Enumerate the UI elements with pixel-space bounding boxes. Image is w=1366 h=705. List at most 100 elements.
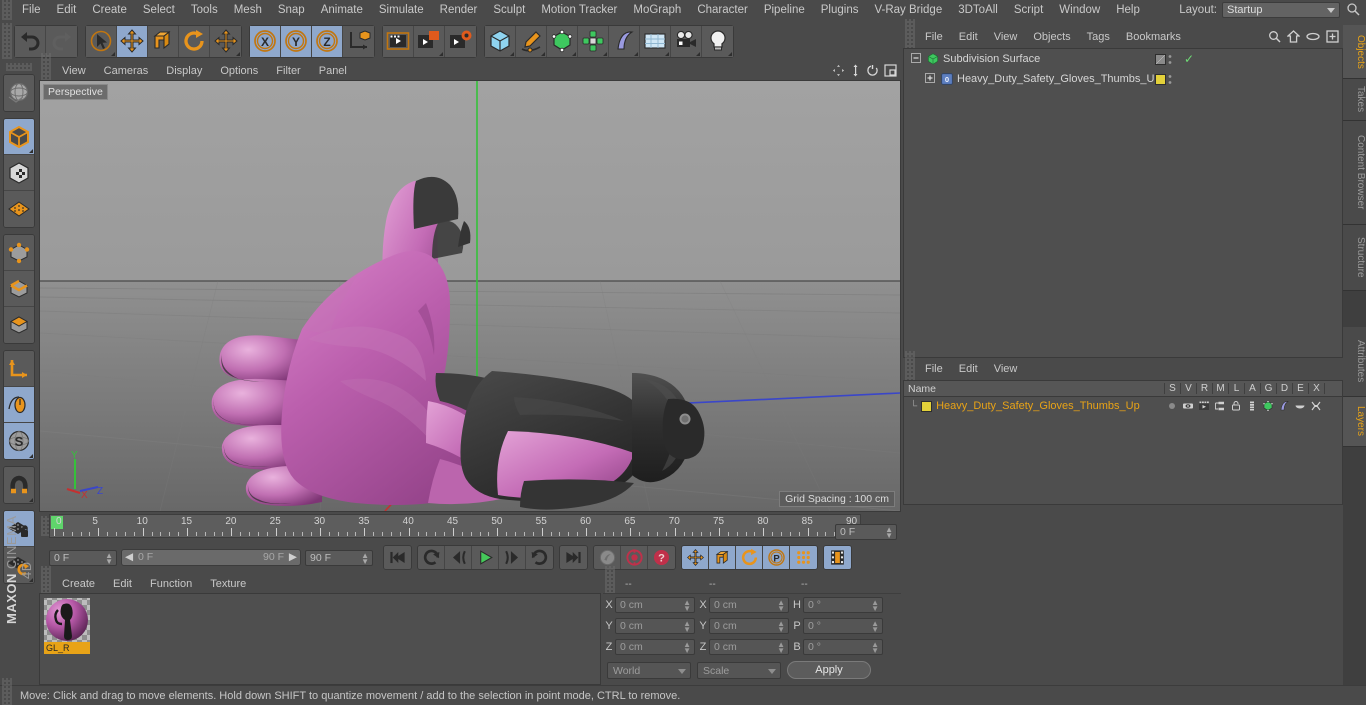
enabled-check-icon[interactable]: ✓: [1184, 52, 1194, 66]
polygon-mode-icon[interactable]: [4, 307, 34, 343]
viewport-menu-cameras[interactable]: Cameras: [95, 65, 158, 77]
rotation-key-icon[interactable]: [736, 546, 763, 569]
play-icon[interactable]: [472, 546, 499, 569]
flyout-corner-icon[interactable]: [603, 51, 607, 56]
timeline-ruler[interactable]: 0 5 10 15 20 25 30 35 40 45 50 55 60 65 70 75 80 85 90: [49, 514, 861, 538]
timeline-strip-icon[interactable]: [824, 546, 851, 569]
layer-column-A[interactable]: A: [1244, 383, 1260, 394]
generator-icon[interactable]: [547, 25, 578, 57]
spinner-icon[interactable]: ▲ ▼: [777, 620, 785, 634]
status-grip-handle[interactable]: [2, 677, 12, 705]
lock-icon[interactable]: [1228, 400, 1244, 412]
layer-column-S[interactable]: S: [1164, 383, 1180, 394]
material-menu-create[interactable]: Create: [53, 578, 104, 590]
toolbar-grip-handle[interactable]: [2, 23, 12, 59]
menu-item-select[interactable]: Select: [135, 0, 183, 20]
goto-end-icon[interactable]: [560, 546, 587, 569]
object-tree[interactable]: Subdivision Surface ✓ 0 Heavy_Duty_Safety_G…: [903, 48, 1343, 358]
ellipse-icon[interactable]: [1306, 30, 1320, 46]
menu-item-render[interactable]: Render: [432, 0, 486, 20]
solo-dot-icon[interactable]: [1164, 400, 1180, 412]
menu-item-pipeline[interactable]: Pipeline: [756, 0, 813, 20]
flyout-corner-icon[interactable]: [510, 51, 514, 56]
object-tree-row[interactable]: 0 Heavy_Duty_Safety_Gloves_Thumbs_Up: [904, 69, 1342, 89]
flyout-corner-icon[interactable]: [696, 51, 700, 56]
visibility-dots-icon[interactable]: [1168, 74, 1172, 89]
menu-item-help[interactable]: Help: [1108, 0, 1148, 20]
edge-tab-content-browser[interactable]: Content Browser: [1343, 121, 1366, 225]
scene-floor-icon[interactable]: [640, 25, 671, 57]
object-menu-file[interactable]: File: [917, 31, 951, 43]
menu-item-motion-tracker[interactable]: Motion Tracker: [533, 0, 625, 20]
home-icon[interactable]: [1286, 30, 1301, 46]
move-icon[interactable]: [117, 25, 148, 57]
menu-item-animate[interactable]: Animate: [313, 0, 371, 20]
edge-tab-objects[interactable]: Objects: [1343, 25, 1366, 79]
spinner-icon[interactable]: ▲ ▼: [871, 641, 879, 655]
prev-frame-icon[interactable]: [445, 546, 472, 569]
preview-range-slider[interactable]: ◀ 0 F 90 F ▶: [121, 549, 301, 566]
redo-icon[interactable]: [46, 25, 77, 57]
layer-column-X[interactable]: X: [1308, 383, 1324, 394]
coord-input-rotation-0[interactable]: 0 ° ▲ ▼: [803, 597, 883, 613]
collapse-icon[interactable]: [910, 52, 922, 66]
timeline-frame-field[interactable]: 0 F ▲ ▼: [835, 524, 897, 540]
range-left-arrow-icon[interactable]: ◀: [125, 551, 133, 563]
render-icon[interactable]: [1196, 400, 1212, 412]
object-menu-objects[interactable]: Objects: [1025, 31, 1078, 43]
coord-input-rotation-2[interactable]: 0 ° ▲ ▼: [803, 639, 883, 655]
layer-column-R[interactable]: R: [1196, 383, 1212, 394]
next-key-icon[interactable]: [526, 546, 553, 569]
edge-mode-icon[interactable]: [4, 271, 34, 307]
coord-input-position-1[interactable]: 0 cm ▲ ▼: [615, 618, 695, 634]
flyout-corner-icon[interactable]: [572, 51, 576, 56]
deformer-icon[interactable]: [609, 25, 640, 57]
menu-item-snap[interactable]: Snap: [270, 0, 313, 20]
scale-key-icon[interactable]: [709, 546, 736, 569]
menu-item-edit[interactable]: Edit: [49, 0, 85, 20]
spinner-icon[interactable]: ▲ ▼: [885, 526, 893, 540]
edge-tab-takes[interactable]: Takes: [1343, 79, 1366, 121]
object-tree-row[interactable]: Subdivision Surface ✓: [904, 49, 1342, 69]
menu-item-mesh[interactable]: Mesh: [226, 0, 270, 20]
material-item[interactable]: GL_R: [44, 598, 90, 654]
menu-item-plugins[interactable]: Plugins: [813, 0, 867, 20]
object-menu-edit[interactable]: Edit: [951, 31, 986, 43]
current-frame-field[interactable]: 0 F ▲ ▼: [49, 549, 117, 566]
y-axis-icon[interactable]: Y: [281, 25, 312, 57]
range-right-arrow-icon[interactable]: ▶: [289, 551, 297, 563]
xpresso-icon[interactable]: [1308, 400, 1324, 412]
position-key-icon[interactable]: [682, 546, 709, 569]
spinner-icon[interactable]: ▲ ▼: [777, 599, 785, 613]
menu-item-tools[interactable]: Tools: [183, 0, 226, 20]
viewport-solo-icon[interactable]: [4, 387, 34, 423]
coord-input-size-2[interactable]: 0 cm ▲ ▼: [709, 639, 789, 655]
cube-primitive-icon[interactable]: [485, 25, 516, 57]
deformer-icon[interactable]: [1276, 400, 1292, 412]
spinner-icon[interactable]: ▲ ▼: [361, 551, 369, 565]
menu-item-mograph[interactable]: MoGraph: [625, 0, 689, 20]
apply-button[interactable]: Apply: [787, 661, 871, 679]
spinner-icon[interactable]: ▲ ▼: [871, 599, 879, 613]
workplane-icon[interactable]: [4, 191, 34, 227]
flyout-corner-icon[interactable]: [29, 498, 33, 502]
layer-color-swatch[interactable]: [921, 400, 933, 412]
flyout-corner-icon[interactable]: [29, 454, 33, 458]
viewport-menu-filter[interactable]: Filter: [267, 65, 309, 77]
light-icon[interactable]: [702, 25, 733, 57]
maximize-viewport-icon[interactable]: [884, 64, 897, 80]
spinner-icon[interactable]: ▲ ▼: [105, 551, 113, 565]
generator-icon[interactable]: [1260, 400, 1276, 412]
pan-viewport-icon[interactable]: [832, 64, 845, 80]
scale-icon[interactable]: [148, 25, 179, 57]
x-axis-icon[interactable]: X: [250, 25, 281, 57]
menu-item-3dtoall[interactable]: 3DToAll: [950, 0, 1006, 20]
camera-icon[interactable]: [671, 25, 702, 57]
layer-menu-file[interactable]: File: [917, 363, 951, 375]
flyout-corner-icon[interactable]: [236, 51, 240, 56]
point-mode-icon[interactable]: [4, 235, 34, 271]
coordinate-mode-dropdown[interactable]: Scale: [697, 661, 781, 679]
material-menu-function[interactable]: Function: [141, 578, 201, 590]
render-view-icon[interactable]: [383, 25, 414, 57]
viewport-menu-panel[interactable]: Panel: [310, 65, 356, 77]
